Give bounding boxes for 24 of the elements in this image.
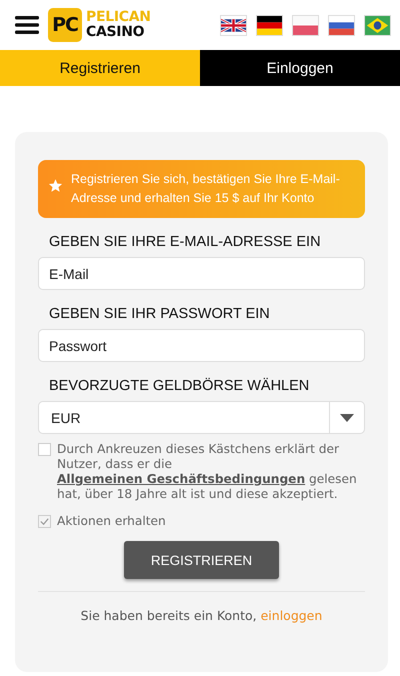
- field-label: BEVORZUGTE GELDBÖRSE WÄHLEN: [49, 378, 310, 394]
- field-label: GEBEN SIE IHRE E-MAIL-ADRESSE EIN: [49, 234, 322, 250]
- star-icon: [48, 178, 63, 193]
- terms-link[interactable]: Allgemeinen Geschäftsbedingungen: [57, 472, 306, 486]
- checkbox-label: Aktionen erhalten: [57, 514, 166, 529]
- checkbox[interactable]: [38, 515, 51, 528]
- flag-icon[interactable]: [221, 16, 246, 34]
- banner-text: Registrieren Sie sich, bestätigen Sie Ihre E-Mail-Adresse und erhalten Sie 15 $ auf Ihr Konto: [71, 171, 341, 207]
- register-button[interactable]: REGISTRIEREN: [124, 541, 279, 579]
- menu-icon[interactable]: [15, 15, 39, 35]
- logo-text: CASINO: [86, 25, 146, 40]
- input-field[interactable]: Passwort: [38, 329, 365, 362]
- flag-icon[interactable]: [257, 16, 282, 34]
- caret-icon: [340, 414, 354, 422]
- logo-mark: PC: [48, 8, 82, 42]
- footer-text: Sie haben bereits ein Konto,: [80, 608, 257, 623]
- field-label: GEBEN SIE IHR PASSWORT EIN: [49, 306, 271, 322]
- terms-text: Durch Ankreuzen dieses Kästchens erklärt der Nutzer, dass er die Allgemeinen Geschäftsbedingungen gelesen hat, über 18 Jahre alt ist und diese akzeptiert.: [57, 442, 358, 502]
- wallet-select[interactable]: EUR: [38, 401, 365, 434]
- input-field[interactable]: E-Mail: [38, 257, 365, 290]
- checkbox[interactable]: [38, 443, 51, 456]
- tab[interactable]: Einloggen: [200, 50, 400, 86]
- logo-text: PELICAN: [86, 10, 151, 25]
- tab[interactable]: Registrieren: [0, 50, 200, 86]
